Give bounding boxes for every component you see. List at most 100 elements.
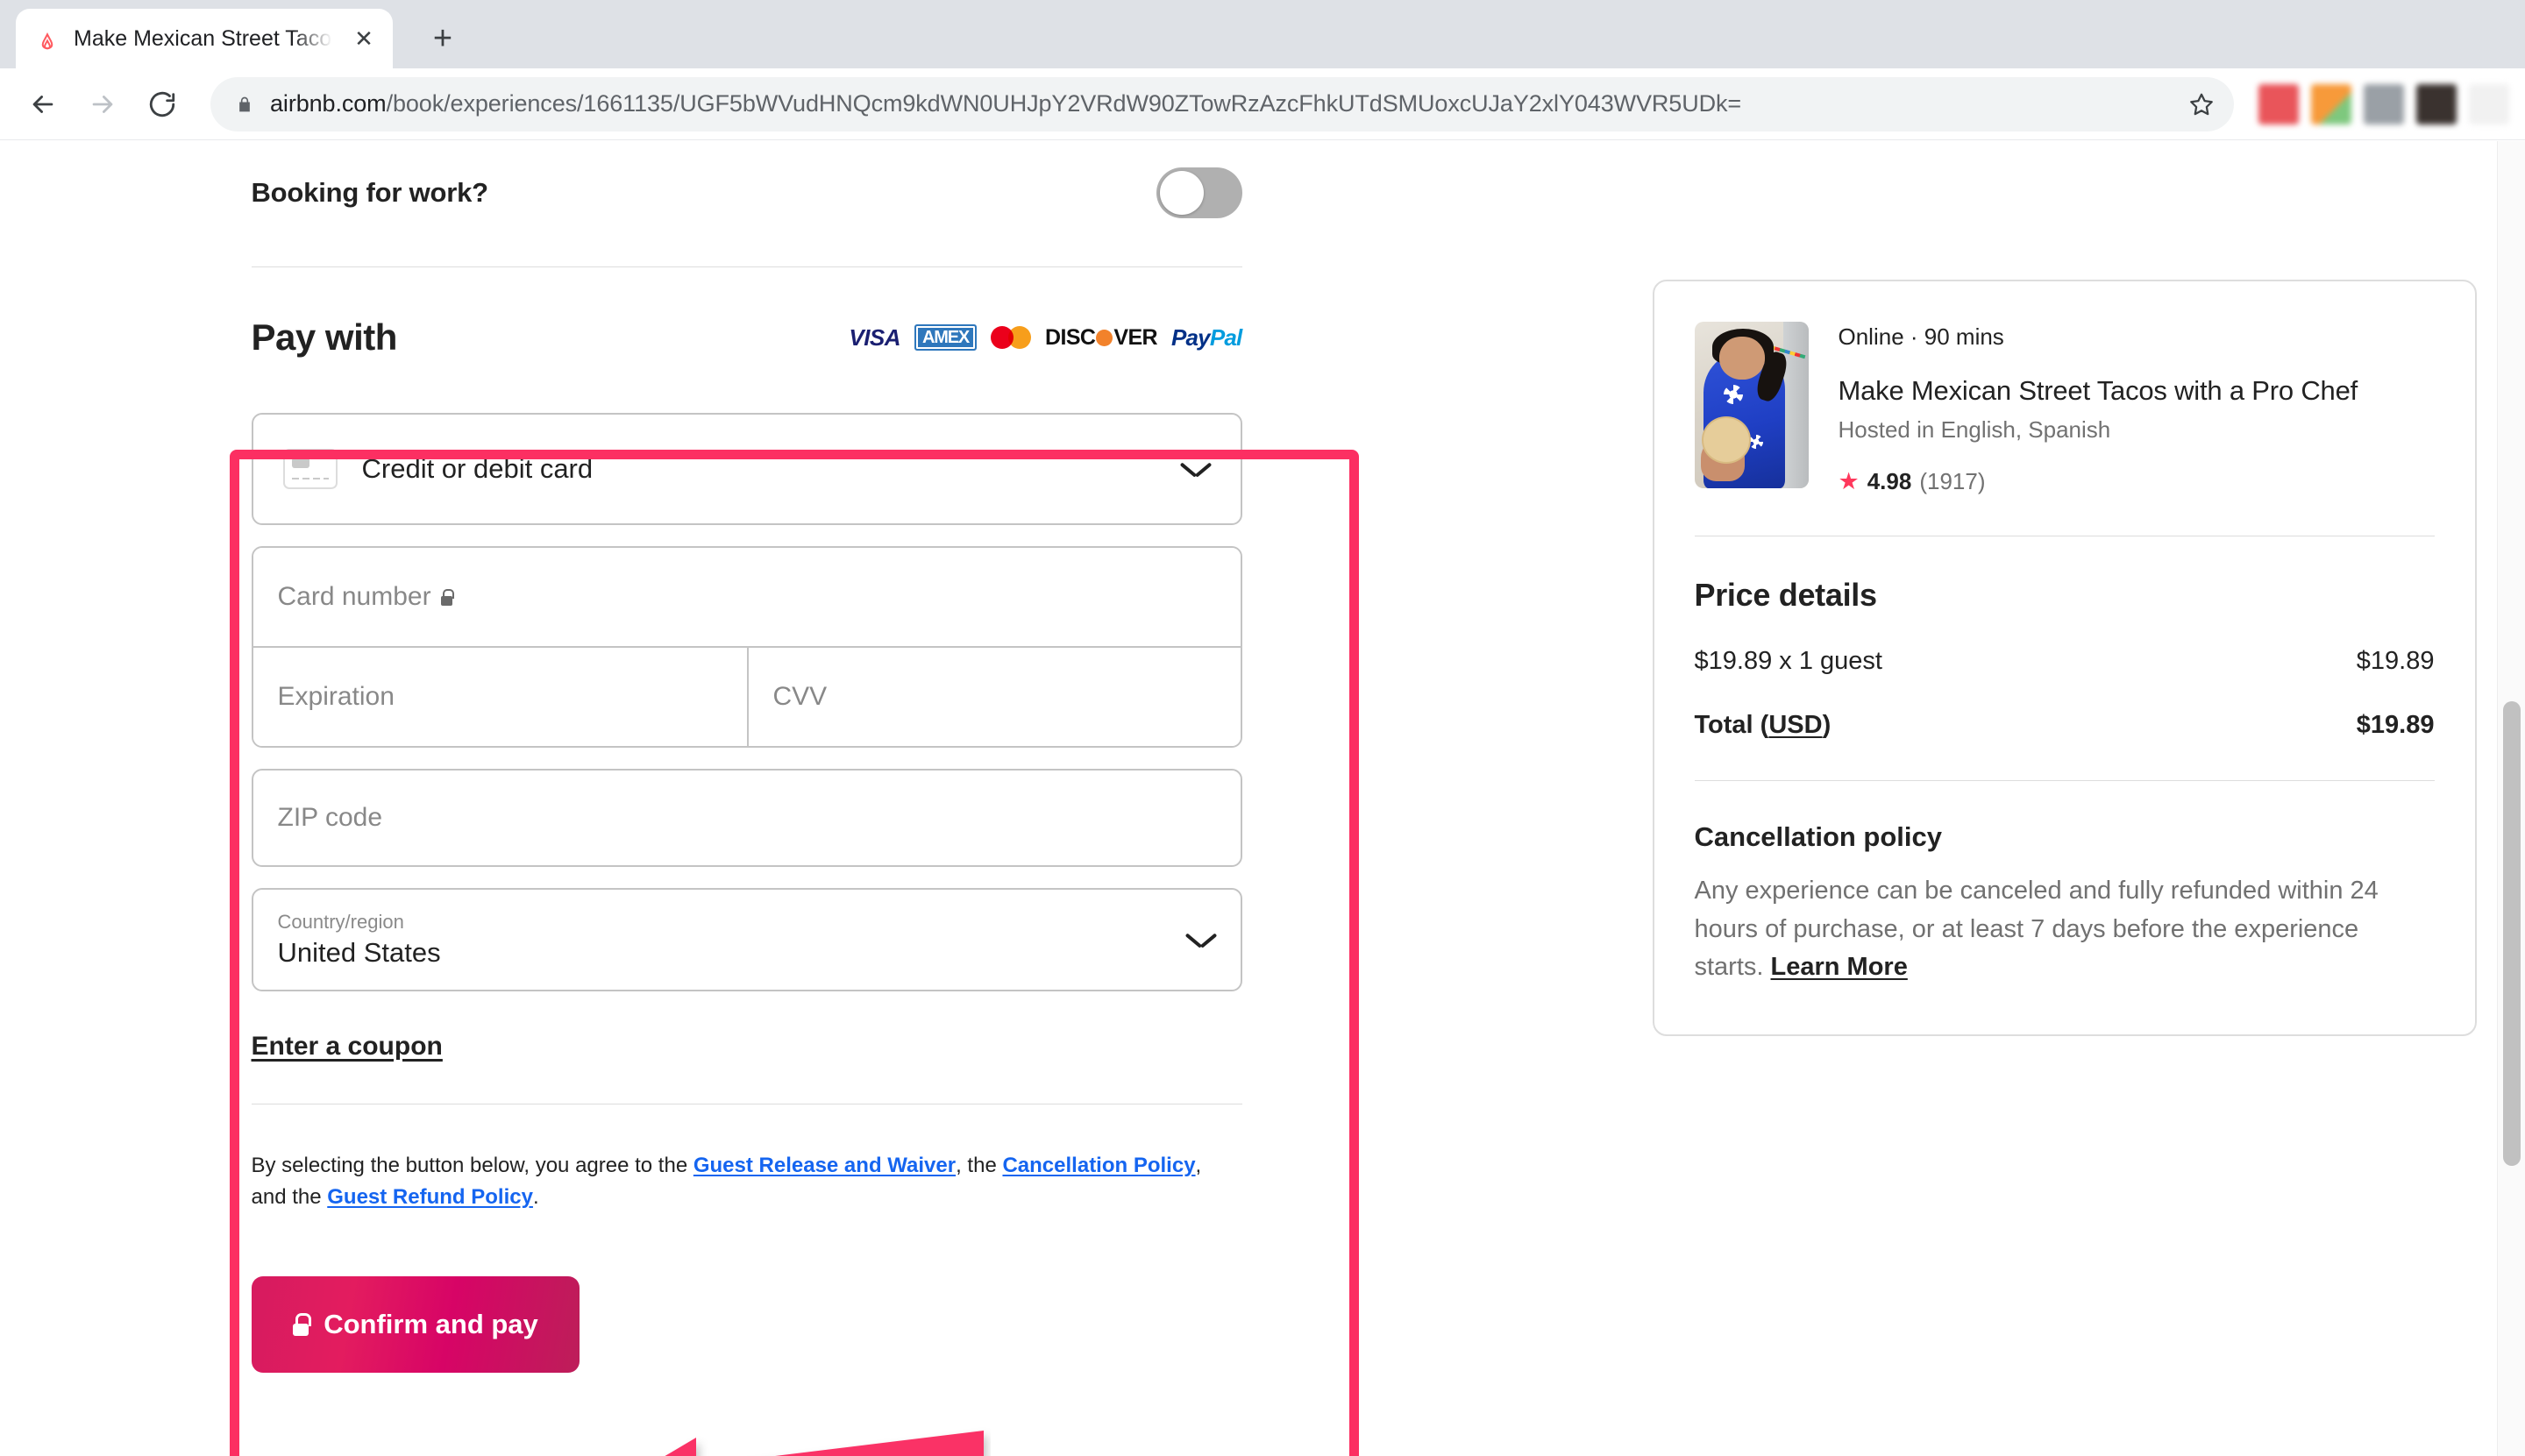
total-label: Total (USD) — [1695, 711, 1832, 740]
rating-count: (1917) — [1919, 468, 1986, 494]
terms-mid-1: , the — [956, 1154, 1003, 1177]
close-icon[interactable]: ✕ — [347, 22, 381, 55]
confirm-and-pay-button[interactable]: Confirm and pay — [251, 1276, 580, 1373]
amex-icon: AMEX — [914, 324, 978, 351]
payment-method-label: Credit or debit card — [361, 453, 594, 484]
listing-host-languages: Hosted in English, Spanish — [1838, 416, 2111, 443]
listing-title: Make Mexican Street Tacos with a Pro Che… — [1838, 375, 2358, 406]
card-fields-group: Card number Expiration CVV — [251, 546, 1242, 748]
extension-icon-1[interactable] — [2258, 83, 2299, 124]
url-text: airbnb.com/book/experiences/1661135/UGF5… — [270, 90, 1741, 117]
bookmark-star-icon[interactable] — [2178, 81, 2225, 128]
address-bar[interactable]: airbnb.com/book/experiences/1661135/UGF5… — [210, 76, 2234, 131]
checkout-layout: Booking for work? Pay with VISA AMEX DIS… — [231, 141, 2477, 1373]
cancellation-policy-link[interactable]: Cancellation Policy — [1002, 1154, 1195, 1177]
extension-icon-5[interactable] — [2469, 83, 2509, 124]
country-region-select[interactable]: Country/region United States — [251, 888, 1242, 991]
payment-method-select[interactable]: Credit or debit card — [251, 413, 1242, 525]
back-icon[interactable] — [16, 77, 70, 131]
extension-icon-3[interactable] — [2364, 83, 2404, 124]
browser-toolbar: airbnb.com/book/experiences/1661135/UGF5… — [0, 68, 2525, 140]
credit-card-icon — [282, 449, 338, 489]
mastercard-icon — [991, 324, 1032, 351]
price-details-title: Price details — [1694, 577, 1878, 613]
url-path: /book/experiences/1661135/UGF5bWVudHNQcm… — [386, 90, 1742, 117]
checkout-right-column: Online · 90 mins Make Mexican Street Tac… — [1372, 141, 2477, 1373]
listing-rating: ★ 4.98 (1917) — [1839, 468, 2435, 495]
pay-with-header: Pay with VISA AMEX DISC VER Pay Pal — [251, 316, 1243, 359]
terms-suffix: . — [532, 1185, 539, 1209]
rating-score: 4.98 — [1867, 468, 1912, 494]
country-region-label: Country/region — [277, 911, 404, 933]
country-region-value: United States — [277, 937, 441, 968]
discover-icon: DISC VER — [1045, 324, 1158, 351]
total-label-a: Total ( — [1694, 711, 1769, 739]
chevron-down-icon[interactable] — [1181, 460, 1211, 478]
url-host: airbnb.com — [270, 90, 387, 117]
listing-info: Online · 90 mins Make Mexican Street Tac… — [1839, 322, 2435, 495]
enter-coupon-link[interactable]: Enter a coupon — [252, 1032, 443, 1062]
confirm-and-pay-label: Confirm and pay — [324, 1309, 538, 1339]
currency-code[interactable]: USD — [1768, 711, 1822, 739]
lock-icon — [292, 1313, 312, 1336]
airbnb-logo-icon — [33, 25, 61, 53]
discover-dot-icon — [1096, 329, 1113, 346]
guest-refund-policy-link[interactable]: Guest Refund Policy — [327, 1185, 533, 1209]
listing-meta: Online · 90 mins — [1838, 323, 2004, 350]
price-line-row: $19.89 x 1 guest $19.89 — [1695, 647, 2435, 676]
paypal-text-a: Pay — [1170, 323, 1211, 351]
paypal-icon: Pay Pal — [1171, 324, 1242, 351]
lock-icon — [235, 93, 254, 116]
checkout-left-column: Booking for work? Pay with VISA AMEX DIS… — [241, 141, 1372, 1373]
expiration-input[interactable]: Expiration — [252, 648, 747, 746]
tab-strip: Make Mexican Street Tacos with a Pro Che… — [0, 0, 2525, 68]
extension-icon-2[interactable] — [2311, 83, 2351, 124]
browser-tab[interactable]: Make Mexican Street Tacos with a Pro Che… — [16, 9, 393, 68]
extension-icon-4[interactable] — [2416, 83, 2457, 124]
listing-thumbnail — [1694, 322, 1809, 488]
browser-window: Make Mexican Street Tacos with a Pro Che… — [0, 0, 2525, 1456]
scrollbar-thumb[interactable] — [2503, 701, 2521, 1166]
booking-for-work-toggle[interactable] — [1156, 167, 1242, 218]
terms-prefix: By selecting the button below, you agree… — [251, 1154, 693, 1177]
page-content: Booking for work? Pay with VISA AMEX DIS… — [0, 141, 2494, 1456]
expiry-cvv-row: Expiration CVV — [252, 646, 1241, 746]
pay-with-section: Pay with VISA AMEX DISC VER Pay Pal Cred… — [251, 267, 1243, 1373]
card-number-input[interactable]: Card number — [252, 548, 1241, 646]
booking-summary-card: Online · 90 mins Make Mexican Street Tac… — [1652, 280, 2477, 1036]
discover-text-b: VER — [1113, 324, 1157, 350]
page-title: Pay with — [251, 316, 398, 358]
lock-icon — [439, 588, 454, 606]
vertical-scrollbar[interactable] — [2497, 141, 2525, 1456]
zip-code-input[interactable]: ZIP code — [251, 769, 1242, 867]
total-label-c: ) — [1822, 711, 1832, 739]
discover-text-a: DISC — [1045, 324, 1096, 350]
extensions-strip — [2258, 83, 2509, 124]
price-line-value: $19.89 — [2356, 647, 2435, 675]
cancellation-policy-title: Cancellation policy — [1694, 821, 1943, 852]
arrow-annotation — [665, 1431, 984, 1456]
terms-text: By selecting the button below, you agree… — [252, 1150, 1216, 1213]
visa-icon: VISA — [849, 323, 901, 351]
guest-release-waiver-link[interactable]: Guest Release and Waiver — [693, 1154, 956, 1177]
reload-icon[interactable] — [135, 77, 189, 131]
learn-more-link[interactable]: Learn More — [1771, 953, 1908, 981]
total-value: $19.89 — [2356, 711, 2435, 739]
cvv-input[interactable]: CVV — [746, 648, 1241, 746]
chevron-down-icon[interactable] — [1186, 931, 1216, 948]
page-viewport: Booking for work? Pay with VISA AMEX DIS… — [0, 141, 2525, 1456]
cancellation-policy-text: Any experience can be canceled and fully… — [1695, 872, 2435, 987]
booking-for-work-row: Booking for work? — [252, 141, 1242, 218]
listing-summary: Online · 90 mins Make Mexican Street Tac… — [1694, 322, 2435, 495]
star-icon: ★ — [1838, 468, 1860, 494]
divider — [1694, 780, 2435, 781]
accepted-payment-brands: VISA AMEX DISC VER Pay Pal — [849, 323, 1242, 351]
card-number-placeholder: Card number — [277, 582, 431, 611]
booking-for-work-label: Booking for work? — [251, 177, 489, 208]
country-region-inner: Country/region United States — [278, 911, 1186, 969]
price-line-label: $19.89 x 1 guest — [1694, 647, 1882, 675]
tab-title: Make Mexican Street Tacos with a Pro Che… — [74, 25, 335, 51]
forward-icon — [75, 77, 130, 131]
new-tab-button[interactable]: + — [416, 11, 470, 66]
total-row: Total (USD) $19.89 — [1695, 711, 2435, 740]
